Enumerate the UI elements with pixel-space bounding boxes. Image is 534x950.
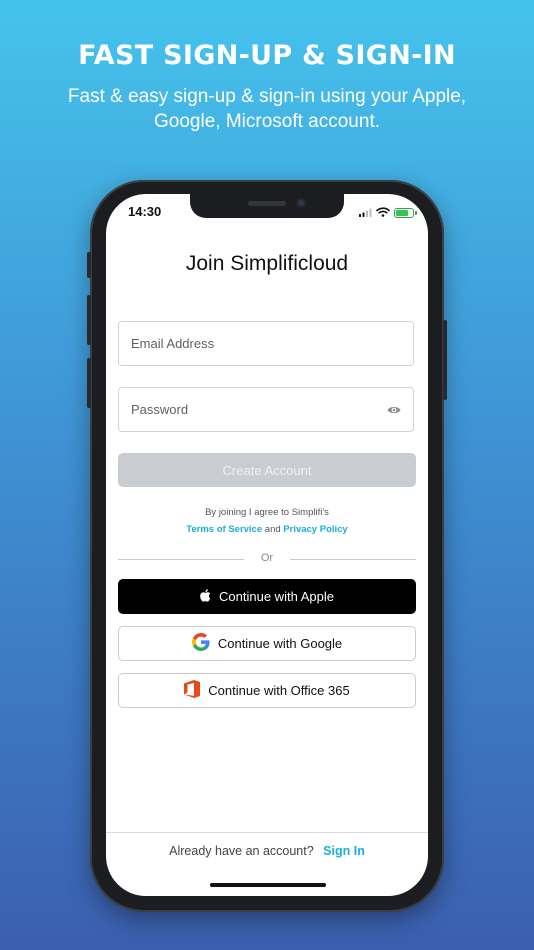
wifi-icon bbox=[376, 204, 390, 222]
status-time: 14:30 bbox=[128, 204, 162, 219]
privacy-policy-link[interactable]: Privacy Policy bbox=[283, 524, 347, 535]
terms-and-text: and bbox=[264, 524, 281, 535]
create-account-button[interactable]: Create Account bbox=[118, 453, 416, 487]
apple-icon bbox=[200, 588, 211, 605]
email-input[interactable] bbox=[131, 336, 381, 351]
divider-label: Or bbox=[260, 552, 274, 564]
already-have-account-text: Already have an account? bbox=[169, 844, 314, 858]
terms-notice: By joining I agree to Simplifi's Terms o… bbox=[106, 504, 428, 538]
continue-with-office-365-button[interactable]: Continue with Office 365 bbox=[118, 673, 416, 708]
phone-screen: 14:30 Join Simplificloud Email Address C… bbox=[106, 194, 428, 896]
terms-of-service-link[interactable]: Terms of Service bbox=[186, 524, 262, 535]
continue-with-google-label: Continue with Google bbox=[217, 636, 343, 651]
phone-volume-down bbox=[87, 358, 91, 408]
email-field[interactable] bbox=[118, 321, 414, 366]
continue-with-office-365-label: Continue with Office 365 bbox=[208, 683, 350, 698]
or-divider: Or bbox=[118, 552, 416, 566]
promo-headline: FAST SIGN-UP & SIGN-IN bbox=[78, 40, 456, 71]
front-camera bbox=[296, 198, 306, 208]
terms-prefix: By joining I agree to Simplifi's bbox=[205, 507, 329, 518]
phone-power-button bbox=[443, 320, 447, 400]
promo-subheadline: Fast & easy sign-up & sign-in using your… bbox=[67, 86, 467, 132]
signal-icon bbox=[359, 204, 372, 222]
google-icon bbox=[191, 633, 210, 654]
battery-charging-icon bbox=[394, 208, 417, 218]
phone-volume-up bbox=[87, 295, 91, 345]
speaker-grille bbox=[248, 201, 286, 206]
divider-line-right bbox=[290, 559, 416, 560]
continue-with-apple-button[interactable]: Continue with Apple bbox=[118, 579, 416, 614]
password-input[interactable] bbox=[131, 402, 381, 417]
footer-divider bbox=[106, 832, 428, 833]
eye-icon[interactable] bbox=[387, 403, 401, 418]
home-indicator[interactable] bbox=[210, 883, 326, 887]
office-365-icon bbox=[184, 680, 201, 701]
sign-in-link[interactable]: Sign In bbox=[323, 844, 365, 858]
continue-with-google-button[interactable]: Continue with Google bbox=[118, 626, 416, 661]
phone-silent-switch bbox=[87, 252, 91, 278]
notch bbox=[190, 194, 344, 218]
page-title: Join Simplificloud bbox=[185, 252, 349, 275]
continue-with-apple-label: Continue with Apple bbox=[219, 589, 334, 604]
create-account-label: Create Account bbox=[222, 462, 312, 478]
status-icons bbox=[359, 204, 417, 222]
signin-footer: Already have an account? Sign In bbox=[106, 844, 428, 858]
battery-fill bbox=[396, 210, 409, 216]
password-field[interactable] bbox=[118, 387, 414, 432]
